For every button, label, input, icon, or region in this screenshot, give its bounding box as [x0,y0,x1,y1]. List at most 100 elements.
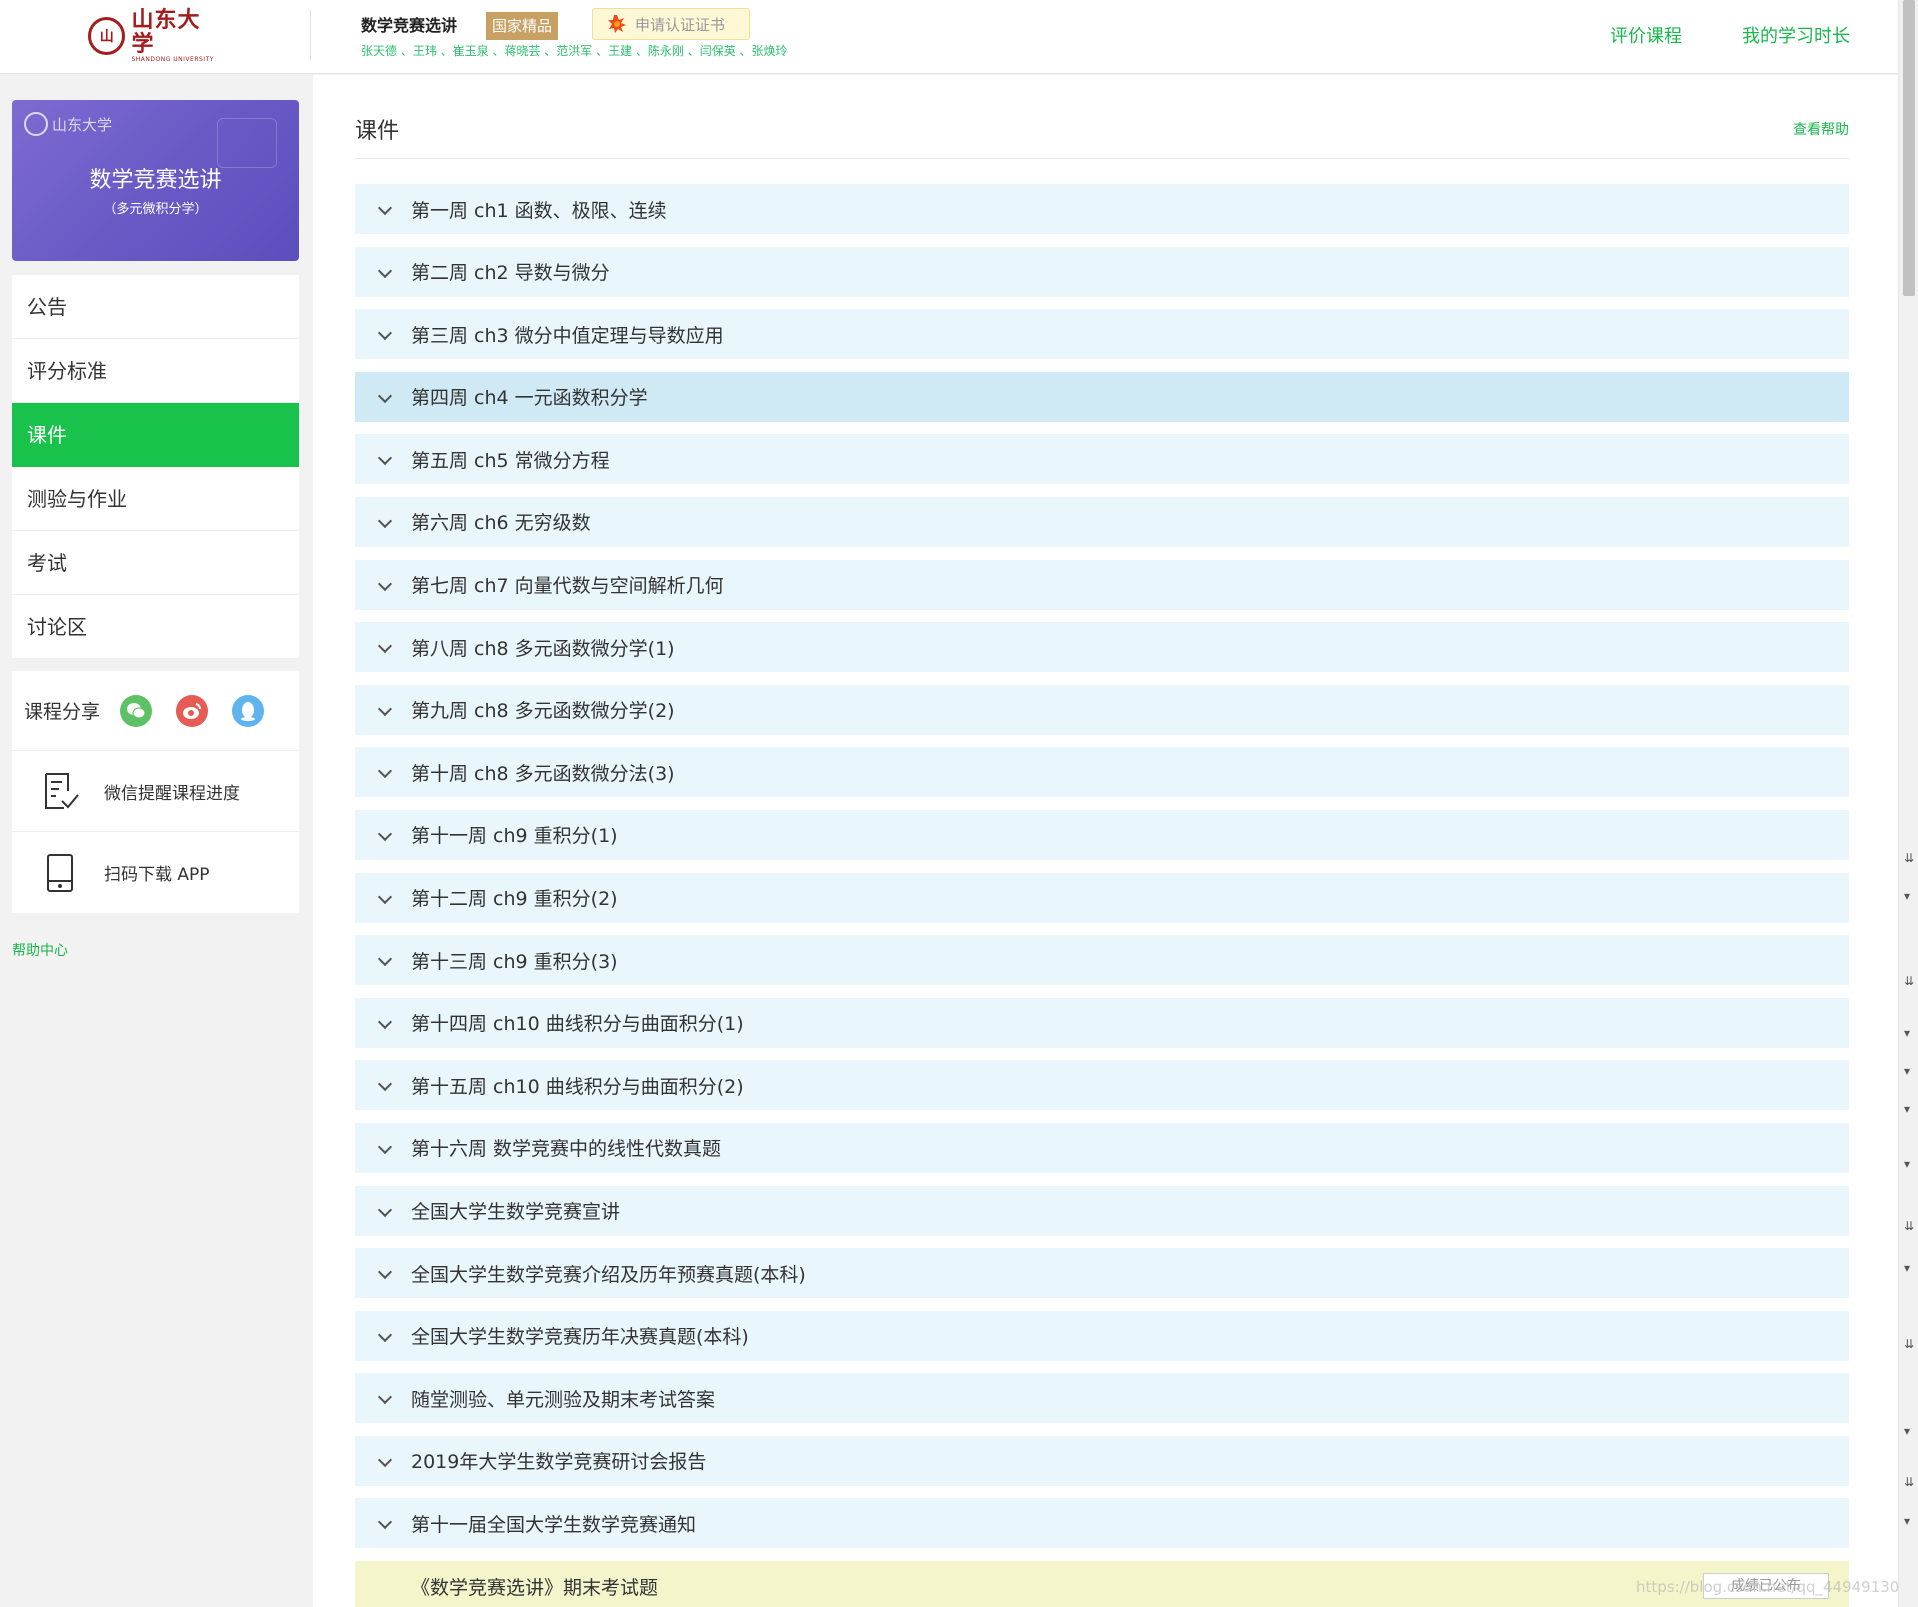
chapter-title: 第十四周 ch10 曲线积分与曲面积分(1) [411,1013,744,1036]
chapter-title: 第四周 ch4 一元函数积分学 [411,387,648,410]
card-course-title: 数学竞赛选讲 [89,168,222,193]
study-time-link[interactable]: 我的学习时长 [1742,22,1850,48]
nav-item-courseware[interactable]: 课件 [12,403,299,467]
chevron-down-icon [379,516,391,528]
course-nav-menu: 公告 评分标准 课件 测验与作业 考试 讨论区 [12,275,299,659]
course-title: 数学竞赛选讲 [361,16,458,35]
chapter-item[interactable]: 第十一届全国大学生数学竞赛通知 [355,1498,1849,1549]
chapter-item[interactable]: 第三周 ch3 微分中值定理与导数应用 [355,309,1849,360]
wechat-icon[interactable] [120,694,153,727]
chapter-item[interactable]: 全国大学生数学竞赛宣讲 [355,1185,1849,1236]
teacher-list[interactable]: 张天德 、王玮 、崔玉泉 、蒋晓芸 、范洪军 、王建 、陈永刚 、闫保英 、张焕… [361,42,788,59]
university-logo[interactable]: 山 山东大学 SHANDONG UNIVERSITY [88,8,222,63]
nav-item-announcement[interactable]: 公告 [12,275,299,339]
chevron-down-icon [379,1392,391,1404]
caret-down-icon: ▾ [1904,1261,1911,1275]
caret-down-icon: ▾ [1904,1064,1911,1078]
chevron-down-icon [379,1455,391,1467]
chevron-down-icon [379,704,391,716]
chapter-item[interactable]: 第八周 ch8 多元函数微分学(1) [355,622,1849,673]
apply-certificate-button[interactable]: 申请认证证书 [592,8,750,40]
chapter-title: 第二周 ch2 导数与微分 [411,262,610,285]
chapter-title: 第六周 ch6 无穷级数 [411,512,591,535]
chapter-item[interactable]: 第十五周 ch10 曲线积分与曲面积分(2) [355,1060,1849,1111]
share-and-tools-panel: 课程分享 微信提醒课程进度 扫码下载 APP [12,671,299,913]
final-exam-item[interactable]: 《数学竞赛选讲》期末考试题 成绩已公布 [355,1561,1849,1607]
chapter-item[interactable]: 第一周 ch1 函数、极限、连续 [355,184,1849,234]
chapter-item[interactable]: 第十周 ch8 多元函数微分法(3) [355,747,1849,798]
chevron-down-icon [379,1017,391,1029]
rate-course-link[interactable]: 评价课程 [1610,22,1682,48]
chapter-item[interactable]: 全国大学生数学竞赛历年决赛真题(本科) [355,1310,1849,1361]
chapter-title: 第十周 ch8 多元函数微分法(3) [411,762,675,785]
chapter-item[interactable]: 全国大学生数学竞赛介绍及历年预赛真题(本科) [355,1248,1849,1299]
nav-item-grading-criteria[interactable]: 评分标准 [12,339,299,403]
apply-certificate-label: 申请认证证书 [635,15,726,34]
chapter-item[interactable]: 第十四周 ch10 曲线积分与曲面积分(1) [355,997,1849,1048]
chevron-down-icon [379,328,391,340]
chevron-down-icon [379,1517,391,1529]
chapter-item[interactable]: 第六周 ch6 无穷级数 [355,496,1849,547]
mini-seal-icon [24,112,48,136]
chevron-down-icon [379,453,391,465]
chapter-title: 第十二周 ch9 重积分(2) [411,888,618,911]
card-course-subtitle: （多元微积分学） [103,202,208,217]
chapter-title: 第九周 ch8 多元函数微分学(2) [411,700,675,723]
wechat-reminder-label: 微信提醒课程进度 [104,783,240,804]
scrollbar-thumb[interactable] [1903,0,1915,296]
double-chevron-down-icon: ⇊ [1904,851,1915,865]
chevron-down-icon [379,954,391,966]
chapter-item[interactable]: 随堂测验、单元测验及期末考试答案 [355,1373,1849,1424]
chapter-title: 第一周 ch1 函数、极限、连续 [411,199,667,222]
courseware-header: 课件 查看帮助 [355,75,1849,159]
download-app-row[interactable]: 扫码下载 APP [12,832,299,913]
chapter-item[interactable]: 2019年大学生数学竞赛研讨会报告 [355,1435,1849,1486]
chapter-title: 全国大学生数学竞赛宣讲 [411,1201,621,1223]
chapter-item[interactable]: 第十六周 数学竞赛中的线性代数真题 [355,1122,1849,1173]
chapter-title: 全国大学生数学竞赛历年决赛真题(本科) [411,1326,749,1349]
logo-text-cn: 山东大学 [131,7,201,57]
double-chevron-down-icon: ⇊ [1904,974,1915,988]
nav-item-discussion[interactable]: 讨论区 [12,595,299,659]
caret-down-icon: ▾ [1904,1026,1911,1040]
chevron-down-icon [379,829,391,841]
nav-item-exam[interactable]: 考试 [12,531,299,595]
qq-icon[interactable] [232,694,265,727]
chapter-item-hovered[interactable]: 第四周 ch4 一元函数积分学 [355,371,1849,422]
chapter-title: 全国大学生数学竞赛介绍及历年预赛真题(本科) [411,1263,806,1286]
chevron-down-icon [379,391,391,403]
logo-text-en: SHANDONG UNIVERSITY [131,56,214,63]
card-logo-text: 山东大学 [52,115,113,134]
chapter-item[interactable]: 第九周 ch8 多元函数微分学(2) [355,684,1849,735]
download-app-label: 扫码下载 APP [104,865,210,885]
final-exam-title: 《数学竞赛选讲》期末考试题 [411,1576,659,1599]
chapter-item[interactable]: 第十一周 ch9 重积分(1) [355,809,1849,860]
national-quality-badge: 国家精品 [486,12,559,40]
chapter-item[interactable]: 第二周 ch2 导数与微分 [355,246,1849,297]
share-row: 课程分享 [12,671,299,751]
chevron-down-icon [379,1205,391,1217]
chapter-title: 第七周 ch7 向量代数与空间解析几何 [411,575,724,598]
weibo-icon[interactable] [176,694,209,727]
chevron-down-icon [379,1079,391,1091]
chapter-item[interactable]: 第十三周 ch9 重积分(3) [355,935,1849,986]
caret-down-icon: ▾ [1904,1102,1911,1116]
certificate-medal-icon [607,14,627,34]
card-university-logo: 山东大学 [24,112,112,136]
help-center-link[interactable]: 帮助中心 [12,940,68,960]
nav-item-quizzes-homework[interactable]: 测验与作业 [12,467,299,531]
wechat-reminder-row[interactable]: 微信提醒课程进度 [12,751,299,832]
view-help-link[interactable]: 查看帮助 [1793,119,1849,139]
chapter-item[interactable]: 第七周 ch7 向量代数与空间解析几何 [355,559,1849,610]
chevron-down-icon [379,1267,391,1279]
blog-watermark: https://blog.csdn.net/qq_44949130 [1636,1578,1900,1596]
chevron-down-icon [379,203,391,215]
chevron-down-icon [379,579,391,591]
chevron-down-icon [379,892,391,904]
chapter-item[interactable]: 第十二周 ch9 重积分(2) [355,872,1849,923]
page-scrollbar[interactable] [1898,0,1918,1607]
chapter-title: 第十三周 ch9 重积分(3) [411,950,618,973]
chapter-title: 第十六周 数学竞赛中的线性代数真题 [411,1138,722,1161]
chapter-item[interactable]: 第五周 ch5 常微分方程 [355,434,1849,485]
chapter-title: 2019年大学生数学竞赛研讨会报告 [411,1451,707,1474]
